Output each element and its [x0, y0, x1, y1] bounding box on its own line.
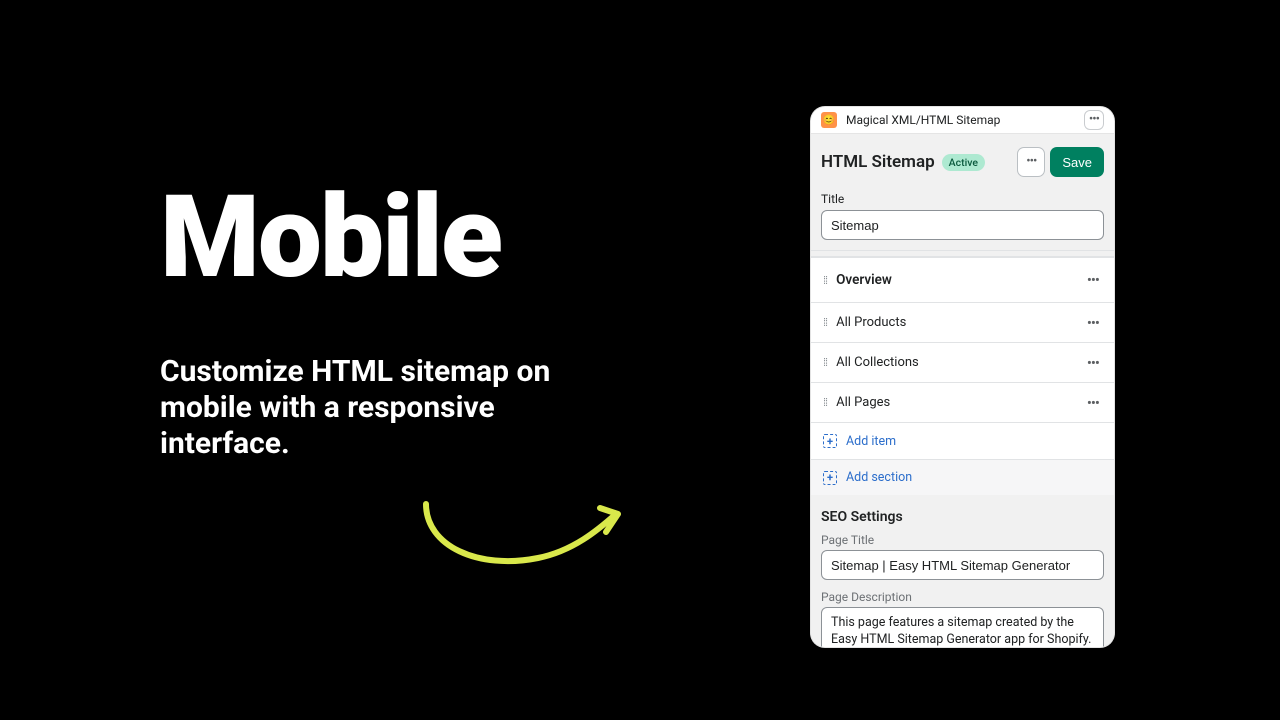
- title-input[interactable]: [821, 210, 1104, 240]
- title-field-block: Title: [811, 192, 1114, 250]
- list-item[interactable]: ⁞⁞ All Pages •••: [811, 383, 1114, 423]
- add-icon: +: [823, 434, 837, 448]
- app-title-bar: 😊 Magical XML/HTML Sitemap •••: [811, 107, 1114, 134]
- section-overview[interactable]: ⁞⁞ Overview •••: [811, 258, 1114, 303]
- list-item[interactable]: ⁞⁞ All Products •••: [811, 303, 1114, 343]
- header-more-button[interactable]: •••: [1017, 147, 1045, 177]
- title-label: Title: [821, 192, 1104, 206]
- drag-handle-icon[interactable]: ⁞⁞: [823, 396, 827, 409]
- arrow-icon: [418, 500, 628, 580]
- row-more-button[interactable]: •••: [1084, 311, 1102, 335]
- seo-page-desc-input[interactable]: [821, 607, 1104, 647]
- marketing-subtext: Customize HTML sitemap on mobile with a …: [160, 354, 560, 462]
- row-more-button[interactable]: •••: [1084, 268, 1102, 292]
- add-section-label: Add section: [846, 470, 912, 485]
- add-section-button[interactable]: + Add section: [811, 459, 1114, 495]
- add-icon: +: [823, 471, 837, 485]
- status-badge: Active: [942, 154, 985, 171]
- add-item-label: Add item: [846, 434, 896, 449]
- row-more-button[interactable]: •••: [1084, 391, 1102, 415]
- row-more-button[interactable]: •••: [1084, 351, 1102, 375]
- seo-page-title-input[interactable]: [821, 550, 1104, 580]
- drag-handle-icon[interactable]: ⁞⁞: [823, 274, 827, 287]
- drag-handle-icon[interactable]: ⁞⁞: [823, 316, 827, 329]
- seo-settings: SEO Settings Page Title Page Description: [811, 495, 1114, 647]
- item-label: All Products: [836, 315, 1084, 330]
- page-desc-label: Page Description: [821, 590, 1104, 604]
- page-header: HTML Sitemap Active ••• Save: [811, 134, 1114, 192]
- sections-list: ⁞⁞ Overview ••• ⁞⁞ All Products ••• ⁞⁞ A…: [811, 257, 1114, 459]
- page-title-label: Page Title: [821, 533, 1104, 547]
- app-more-button[interactable]: •••: [1084, 110, 1104, 130]
- add-item-button[interactable]: + Add item: [811, 423, 1114, 459]
- mobile-preview: 😊 Magical XML/HTML Sitemap ••• HTML Site…: [811, 107, 1114, 647]
- app-name: Magical XML/HTML Sitemap: [846, 113, 1084, 127]
- item-label: All Pages: [836, 395, 1084, 410]
- item-label: All Collections: [836, 355, 1084, 370]
- section-label: Overview: [836, 272, 1084, 288]
- seo-heading: SEO Settings: [821, 509, 1104, 525]
- list-item[interactable]: ⁞⁞ All Collections •••: [811, 343, 1114, 383]
- drag-handle-icon[interactable]: ⁞⁞: [823, 356, 827, 369]
- save-button[interactable]: Save: [1050, 147, 1104, 177]
- page-title: HTML Sitemap: [821, 152, 935, 172]
- app-icon: 😊: [821, 112, 837, 128]
- marketing-headline: Mobile: [160, 180, 660, 294]
